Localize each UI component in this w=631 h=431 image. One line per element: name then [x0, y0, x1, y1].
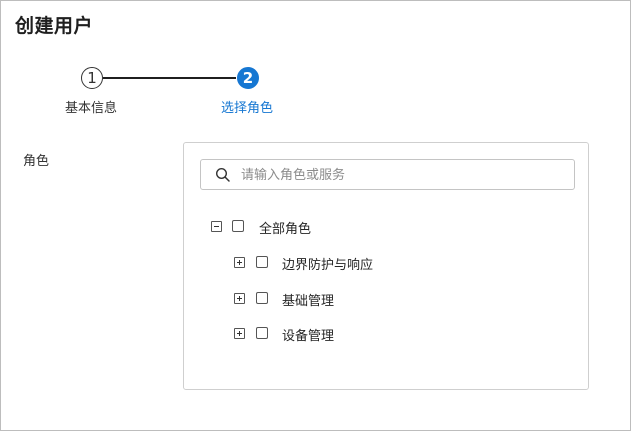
page-title: 创建用户 [15, 15, 94, 37]
role-search-input[interactable] [241, 165, 561, 185]
tree-node-label[interactable]: 设备管理 [282, 325, 334, 344]
step-1-label[interactable]: 基本信息 [65, 97, 117, 116]
expand-icon[interactable] [234, 257, 245, 268]
checkbox-all-roles[interactable] [232, 220, 244, 232]
step-2-label[interactable]: 选择角色 [221, 97, 273, 116]
tree-node-label[interactable]: 全部角色 [259, 218, 311, 237]
checkbox-basic-management[interactable] [256, 292, 268, 304]
tree-node-label[interactable]: 边界防护与响应 [282, 254, 373, 273]
expand-icon[interactable] [234, 328, 245, 339]
expand-icon[interactable] [234, 293, 245, 304]
role-search-box[interactable] [200, 159, 575, 190]
tree-node-boundary-defense: 边界防护与响应 [234, 254, 454, 273]
checkbox-device-management[interactable] [256, 327, 268, 339]
step-1-indicator[interactable]: 1 [81, 67, 103, 89]
tree-node-all-roles: 全部角色 [211, 218, 411, 237]
step-connector [103, 77, 236, 79]
collapse-icon[interactable] [211, 221, 222, 232]
role-field-label: 角色 [23, 154, 50, 169]
tree-node-basic-management: 基础管理 [234, 290, 454, 309]
tree-node-device-management: 设备管理 [234, 325, 454, 344]
tree-node-label[interactable]: 基础管理 [282, 290, 334, 309]
search-icon [215, 167, 230, 182]
checkbox-boundary-defense[interactable] [256, 256, 268, 268]
step-2-indicator[interactable]: 2 [237, 67, 259, 89]
